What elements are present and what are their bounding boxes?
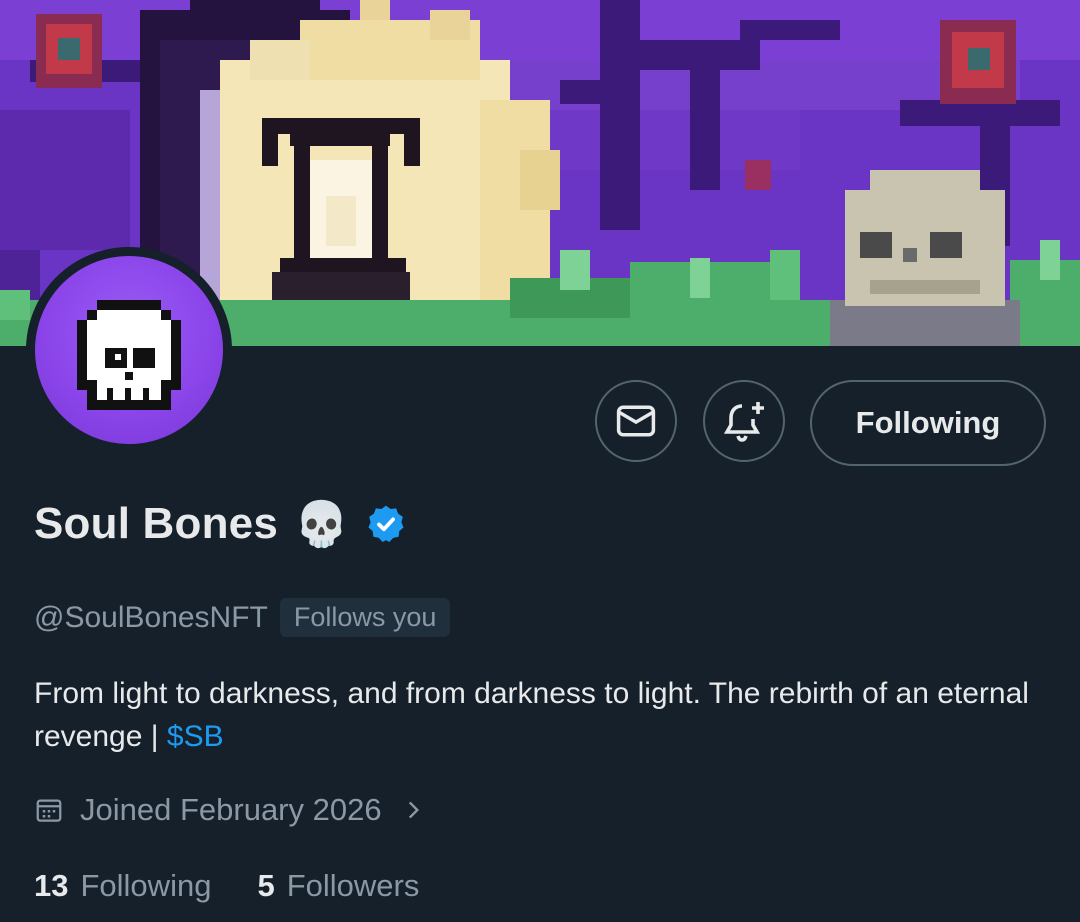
calendar-icon <box>36 799 62 822</box>
notifications-button[interactable] <box>703 380 785 462</box>
message-button[interactable] <box>595 380 677 462</box>
bell-plus-icon <box>723 402 764 442</box>
followers-stat[interactable]: 5 Followers <box>257 868 419 904</box>
followers-count: 5 <box>257 868 275 903</box>
name-row: Soul Bones 💀 <box>34 498 407 550</box>
following-count: 13 <box>34 868 69 903</box>
joined-date-row[interactable]: Joined February 2026 <box>34 792 426 828</box>
username-handle: @SoulBonesNFT <box>34 600 268 634</box>
following-stat[interactable]: 13 Following <box>34 868 211 904</box>
skull-emoji: 💀 <box>294 499 349 550</box>
follow-stats: 13 Following 5 Followers <box>34 868 419 904</box>
envelope-icon <box>616 405 656 437</box>
display-name: Soul Bones <box>34 499 279 548</box>
handle-row: @SoulBonesNFT Follows you <box>34 598 451 637</box>
following-button[interactable]: Following <box>810 380 1046 466</box>
following-label: Following <box>80 868 212 903</box>
joined-date: Joined February 2026 <box>80 792 382 827</box>
followers-label: Followers <box>286 868 420 903</box>
cashtag-link[interactable]: $SB <box>167 720 224 753</box>
pixel-skull-icon <box>77 300 181 410</box>
verified-badge-icon <box>368 505 404 543</box>
chevron-right-icon <box>408 801 419 819</box>
profile-bio: From light to darkness, and from darknes… <box>34 672 1054 758</box>
following-button-label: Following <box>855 405 1001 440</box>
follows-you-badge: Follows you <box>279 598 451 637</box>
profile-avatar[interactable] <box>26 247 232 453</box>
